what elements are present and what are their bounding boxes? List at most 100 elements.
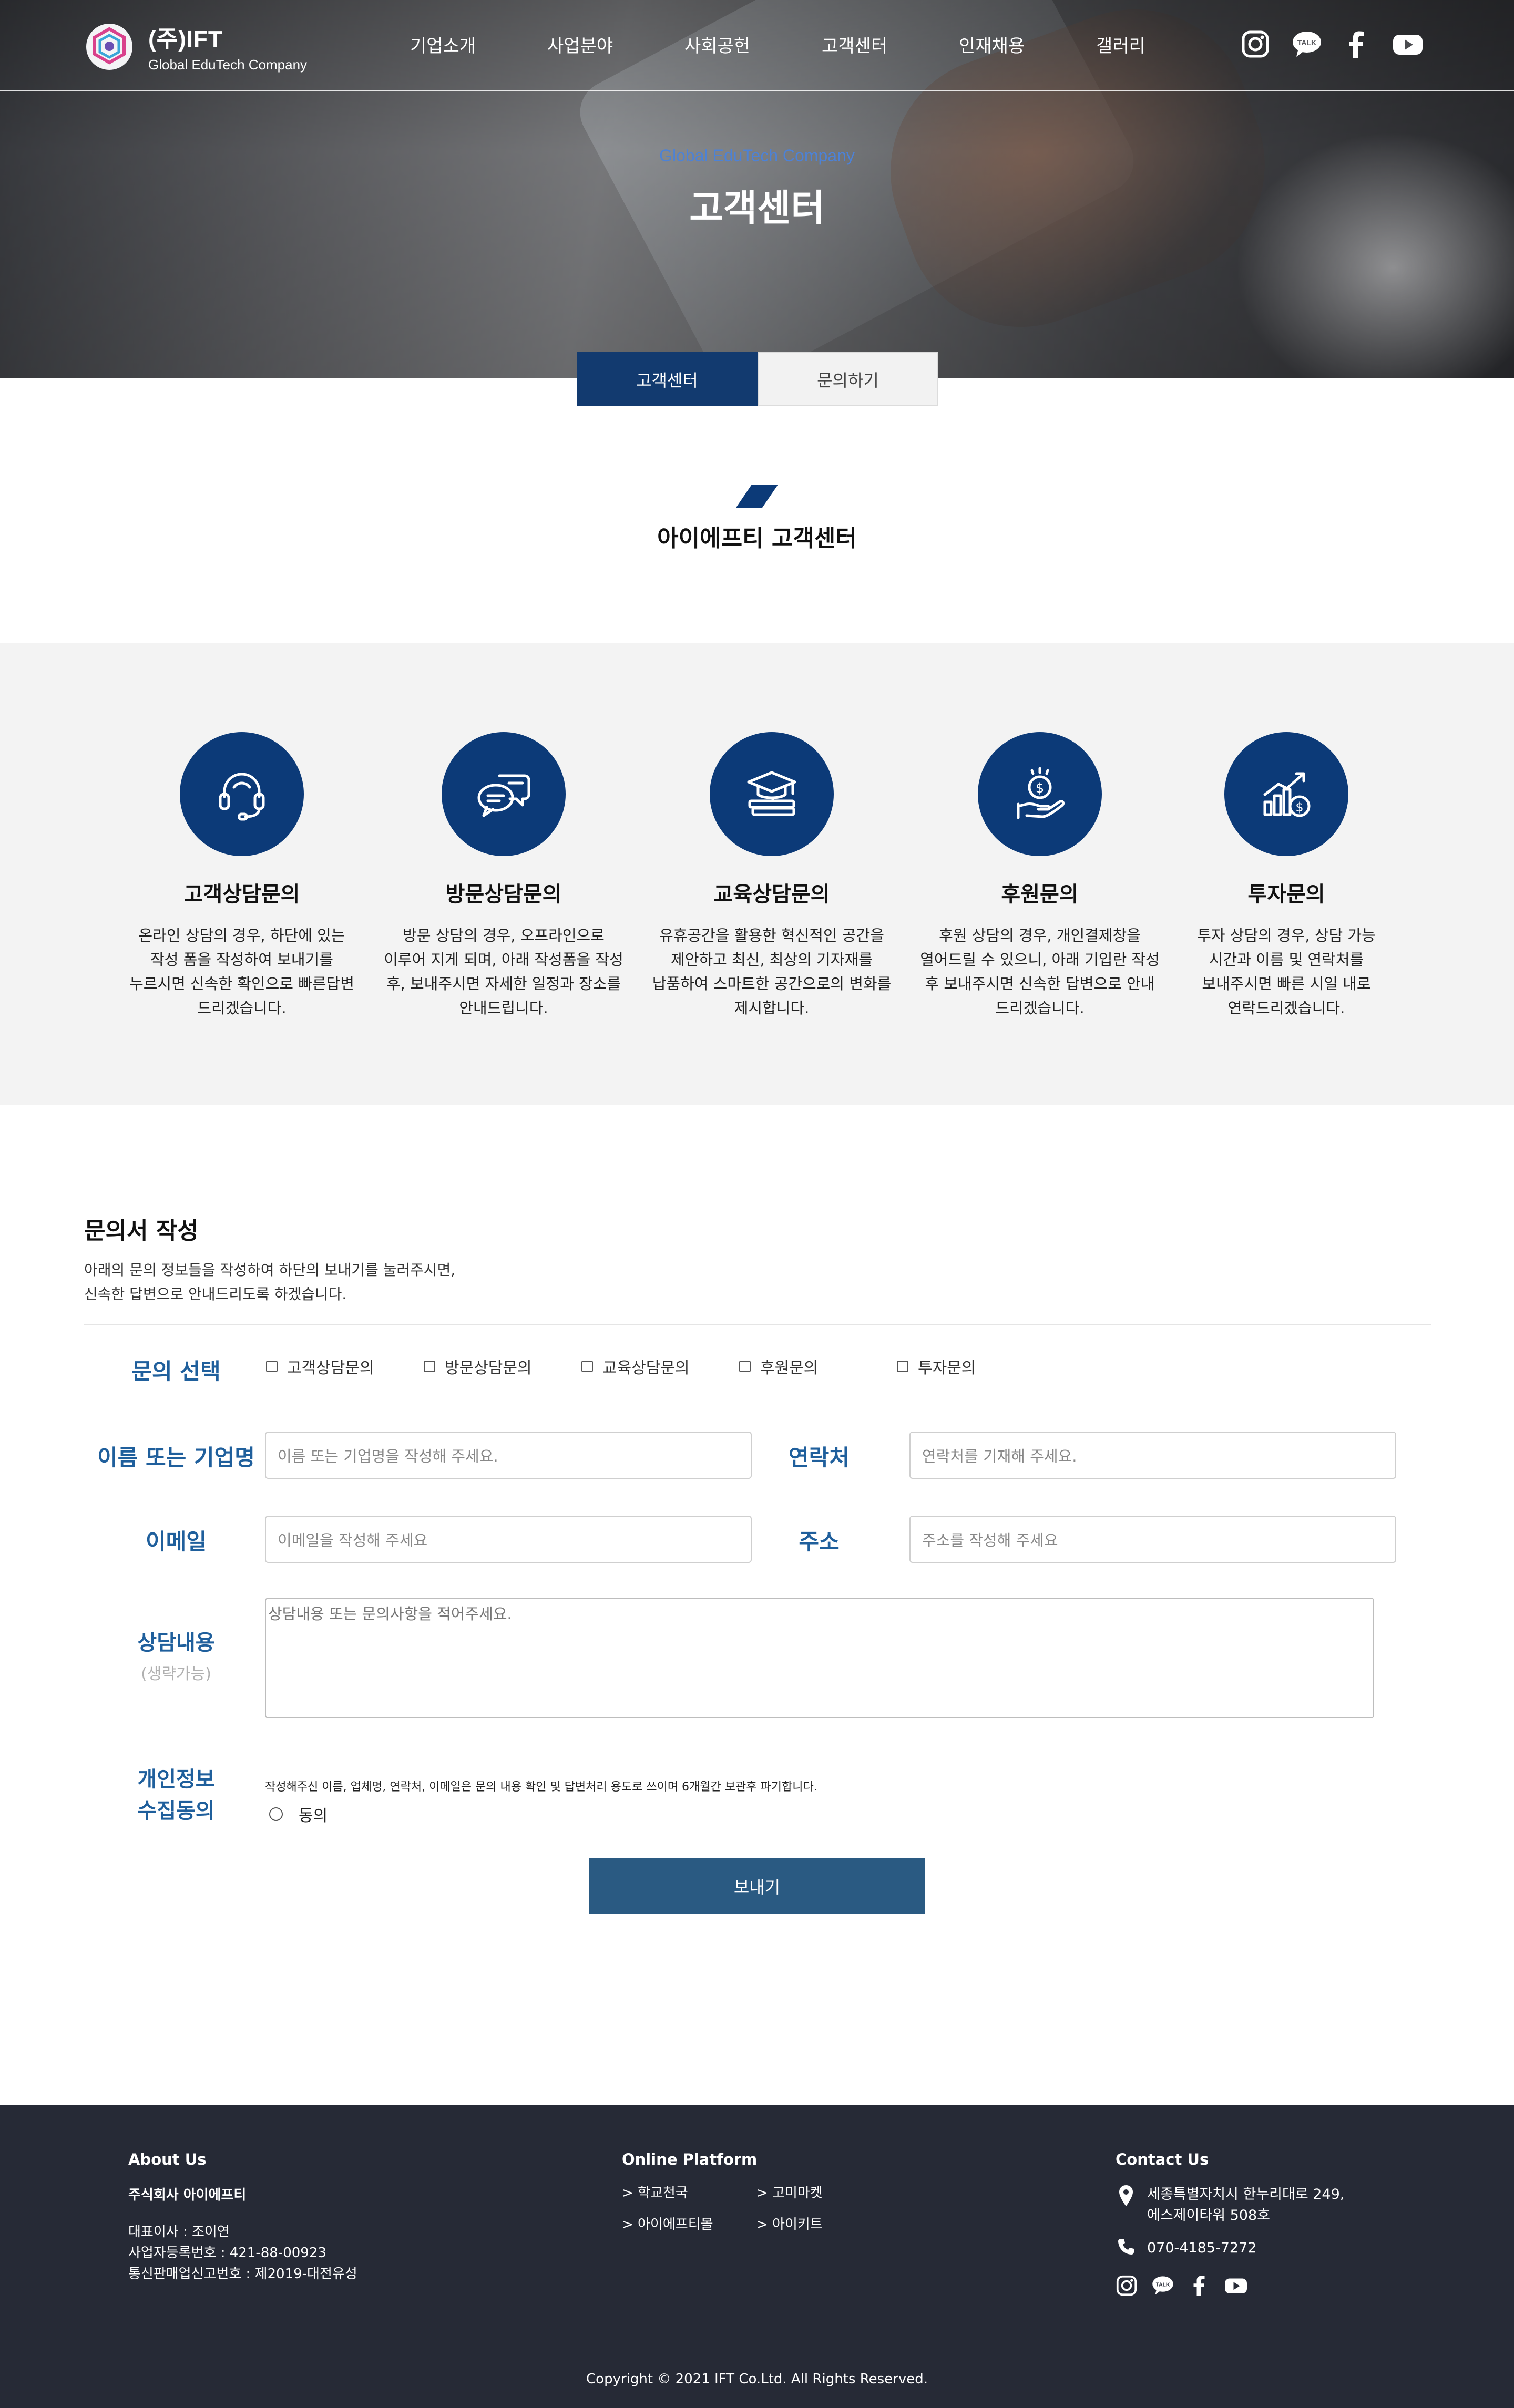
form-intro-line: 신속한 답변으로 안내드리도록 하겠습니다. [84, 1285, 347, 1303]
desc-line: 후, 보내주시면 자세한 일정과 장소를 [386, 975, 621, 993]
footer-link-ift-mall[interactable]: > 아이에프티몰 [622, 2214, 713, 2233]
footer-link-school[interactable]: > 학교천국 [622, 2182, 688, 2201]
inquiry-option-education[interactable]: 교육상담문의 [581, 1355, 739, 1378]
footer-link-gomi-market[interactable]: > 고미마켓 [756, 2182, 823, 2201]
address-input[interactable]: 주소를 작성해 주세요 [909, 1516, 1396, 1563]
tab-inquiry[interactable]: 문의하기 [758, 352, 938, 406]
footer-platform: Online Platform > 학교천국 > 고미마켓 > 아이에프티몰 >… [622, 2150, 937, 2256]
headset-icon [180, 732, 304, 856]
growth-chart-icon: $ [1224, 732, 1348, 856]
facebook-icon[interactable] [1188, 2275, 1210, 2299]
name-input[interactable]: 이름 또는 기업명을 작성해 주세요. [265, 1432, 752, 1479]
nav-item-careers[interactable]: 인재채용 [959, 32, 1096, 57]
footer-address-line: 에스제이타워 508호 [1147, 2207, 1270, 2224]
option-label: 교육상담문의 [602, 1359, 690, 1377]
logo-emblem-icon [84, 22, 135, 72]
hero-title: 고객센터 [689, 187, 825, 230]
logo[interactable]: (주)IFT Global EduTech Company [84, 20, 307, 73]
footer-about: About Us 주식회사 아이에프티 대표이사 : 조이연 사업자등록번호 :… [128, 2150, 357, 2284]
desc-line: 열어드릴 수 있으니, 아래 기입란 작성 [920, 951, 1160, 969]
address-label: 주소 [799, 1529, 840, 1555]
footer-business-number: 사업자등록번호 : 421-88-00923 [128, 2245, 326, 2261]
checkbox[interactable] [266, 1361, 278, 1372]
checkbox[interactable] [739, 1361, 751, 1372]
inquiry-option-customer[interactable]: 고객상담문의 [266, 1355, 424, 1378]
option-label: 투자문의 [918, 1359, 976, 1377]
form-divider [84, 1324, 1431, 1325]
desc-line: 방문 상담의 경우, 오프라인으로 [403, 927, 605, 944]
desc-line: 보내주시면 빠른 시일 내로 [1202, 975, 1371, 993]
nav-item-company[interactable]: 기업소개 [410, 32, 547, 57]
footer-address: 세종특별자치시 한누리대로 249, 에스제이타워 508호 [1116, 2184, 1344, 2226]
checkbox[interactable] [424, 1361, 435, 1372]
instagram-icon[interactable] [1241, 29, 1272, 61]
section-title: 아이에프티 고객센터 [657, 525, 857, 552]
option-label: 고객상담문의 [287, 1359, 374, 1377]
privacy-label-line: 개인정보 [137, 1767, 215, 1792]
desc-line: 투자 상담의 경우, 상담 가능 [1197, 927, 1376, 944]
service-description: 방문 상담의 경우, 오프라인으로 이루어 지게 되며, 아래 작성폼을 작성 … [380, 923, 627, 1020]
top-navigation-bar: (주)IFT Global EduTech Company 기업소개 사업분야 … [0, 0, 1514, 91]
sub-tabs: 고객센터 문의하기 [577, 352, 938, 406]
desc-line: 제안하고 최신, 최상의 기자재를 [671, 951, 873, 969]
nav-item-gallery[interactable]: 갤러리 [1096, 32, 1233, 57]
inquiry-option-sponsor[interactable]: 후원문의 [739, 1355, 897, 1378]
privacy-agree-option[interactable]: 동의 [269, 1803, 328, 1826]
content-label: 상담내용 (생략가능) [105, 1627, 247, 1690]
instagram-icon[interactable] [1116, 2275, 1138, 2299]
hero-banner: (주)IFT Global EduTech Company 기업소개 사업분야 … [0, 0, 1514, 378]
kakaotalk-icon[interactable]: TALK [1151, 2275, 1174, 2299]
footer-about-heading: About Us [128, 2150, 207, 2168]
desc-line: 안내드립니다. [459, 999, 548, 1017]
content-optional-note: (생략가능) [141, 1665, 211, 1683]
svg-text:TALK: TALK [1156, 2282, 1170, 2288]
email-input[interactable]: 이메일을 작성해 주세요 [265, 1516, 752, 1563]
footer-company-name: 주식회사 아이에프티 [128, 2187, 247, 2203]
checkbox[interactable] [897, 1361, 908, 1372]
agree-radio[interactable] [269, 1807, 283, 1821]
nav-item-support[interactable]: 고객센터 [822, 32, 959, 57]
section-accent-icon [736, 485, 778, 508]
service-card-customer: 고객상담문의 온라인 상담의 경우, 하단에 있는 작성 폼을 작성하여 보내기… [118, 732, 365, 1020]
form-header: 문의서 작성 아래의 문의 정보들을 작성하여 하단의 보내기를 눌러주시면, … [84, 1212, 455, 1306]
service-section: 고객상담문의 온라인 상담의 경우, 하단에 있는 작성 폼을 작성하여 보내기… [0, 643, 1514, 1105]
content-textarea[interactable]: 상담내용 또는 문의사항을 적어주세요. [265, 1598, 1374, 1718]
phone-input[interactable]: 연락처를 기재해 주세요. [909, 1432, 1396, 1479]
kakaotalk-icon[interactable]: TALK [1291, 29, 1323, 61]
content-label-text: 상담내용 [137, 1631, 215, 1655]
nav-item-social[interactable]: 사회공헌 [684, 32, 822, 57]
chat-bubbles-icon [442, 732, 566, 856]
footer-link-ikit[interactable]: > 아이키트 [756, 2214, 823, 2233]
inquiry-type-options: 고객상담문의 방문상담문의 교육상담문의 후원문의 투자문의 [266, 1355, 1055, 1378]
service-description: 유휴공간을 활용한 혁신적인 공간을 제안하고 최신, 최상의 기자재를 납품하… [648, 923, 895, 1020]
desc-line: 드리겠습니다. [197, 999, 287, 1017]
desc-line: 후 보내주시면 신속한 답변으로 안내 [925, 975, 1155, 993]
service-title: 후원문의 [1001, 882, 1079, 907]
desc-line: 연락드리겠습니다. [1227, 999, 1345, 1017]
desc-line: 유휴공간을 활용한 혁신적인 공간을 [659, 927, 884, 944]
svg-text:TALK: TALK [1297, 38, 1316, 47]
desc-line: 시간과 이름 및 연락처를 [1209, 951, 1364, 969]
tab-support-center[interactable]: 고객센터 [577, 352, 758, 406]
service-title: 투자문의 [1247, 882, 1325, 907]
facebook-icon[interactable] [1342, 29, 1373, 61]
service-description: 후원 상담의 경우, 개인결제창을 열어드릴 수 있으니, 아래 기입란 작성 … [916, 923, 1163, 1020]
graduation-cap-icon [710, 732, 834, 856]
youtube-icon[interactable] [1392, 29, 1424, 61]
youtube-icon[interactable] [1224, 2275, 1248, 2299]
donation-hand-icon: $ [978, 732, 1102, 856]
option-label: 후원문의 [760, 1359, 819, 1377]
inquiry-option-visit[interactable]: 방문상담문의 [424, 1355, 581, 1378]
agree-label: 동의 [299, 1807, 328, 1825]
inquiry-option-investment[interactable]: 투자문의 [897, 1355, 1055, 1378]
nav-item-business[interactable]: 사업분야 [547, 32, 684, 57]
checkbox[interactable] [581, 1361, 593, 1372]
desc-line: 이루어 지게 되며, 아래 작성폼을 작성 [384, 951, 623, 969]
submit-button[interactable]: 보내기 [589, 1858, 925, 1914]
inquiry-type-label: 문의 선택 [131, 1359, 221, 1384]
footer: About Us 주식회사 아이에프티 대표이사 : 조이연 사업자등록번호 :… [0, 2105, 1514, 2408]
form-intro-line: 아래의 문의 정보들을 작성하여 하단의 보내기를 눌러주시면, [84, 1261, 456, 1279]
privacy-label: 개인정보 수집동의 [105, 1764, 247, 1827]
company-tagline: Global EduTech Company [148, 57, 308, 73]
footer-copyright: Copyright © 2021 IFT Co.Ltd. All Rights … [586, 2371, 928, 2387]
